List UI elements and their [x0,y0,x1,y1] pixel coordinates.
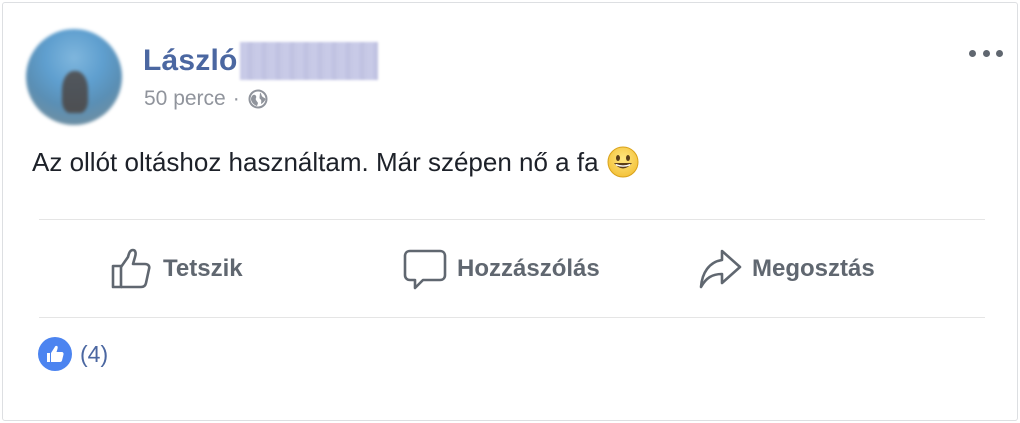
share-label: Megosztás [752,255,875,282]
more-options-icon [982,49,990,57]
bottom-divider [39,317,985,318]
post-card: László 50 perce · Az ollót oltáshoz hasz… [2,2,1018,421]
author-name[interactable]: László [143,44,238,78]
thumbs-up-icon [38,337,72,371]
comment-label: Hozzászólás [457,255,600,282]
thumbs-up-icon [111,248,151,289]
post-meta: 50 perce · [144,87,268,111]
reaction-count: (4) [80,340,109,367]
comment-icon [403,249,447,290]
reactions-summary[interactable]: (4) [38,337,108,371]
more-options-icon [969,49,976,57]
share-icon [699,249,742,289]
comment-button[interactable]: Hozzászólás [403,243,600,295]
avatar-figure [62,71,88,113]
author-avatar[interactable] [26,29,122,125]
like-button[interactable]: Tetszik [109,243,243,295]
like-label: Tetszik [163,255,243,282]
blurred-surname [239,42,378,80]
top-divider [39,219,985,220]
globe-icon[interactable] [248,89,268,109]
author-row: László [143,41,378,81]
share-button[interactable]: Megosztás [698,243,875,295]
post-body: Az ollót oltáshoz használtam. Már szépen… [32,146,639,178]
grinning-face-icon [607,146,639,178]
more-options-icon [996,49,1003,57]
more-options-button[interactable] [969,43,1003,63]
post-timestamp[interactable]: 50 perce [144,87,226,111]
post-text: Az ollót oltáshoz használtam. Már szépen… [32,146,599,177]
meta-separator: · [232,87,240,110]
